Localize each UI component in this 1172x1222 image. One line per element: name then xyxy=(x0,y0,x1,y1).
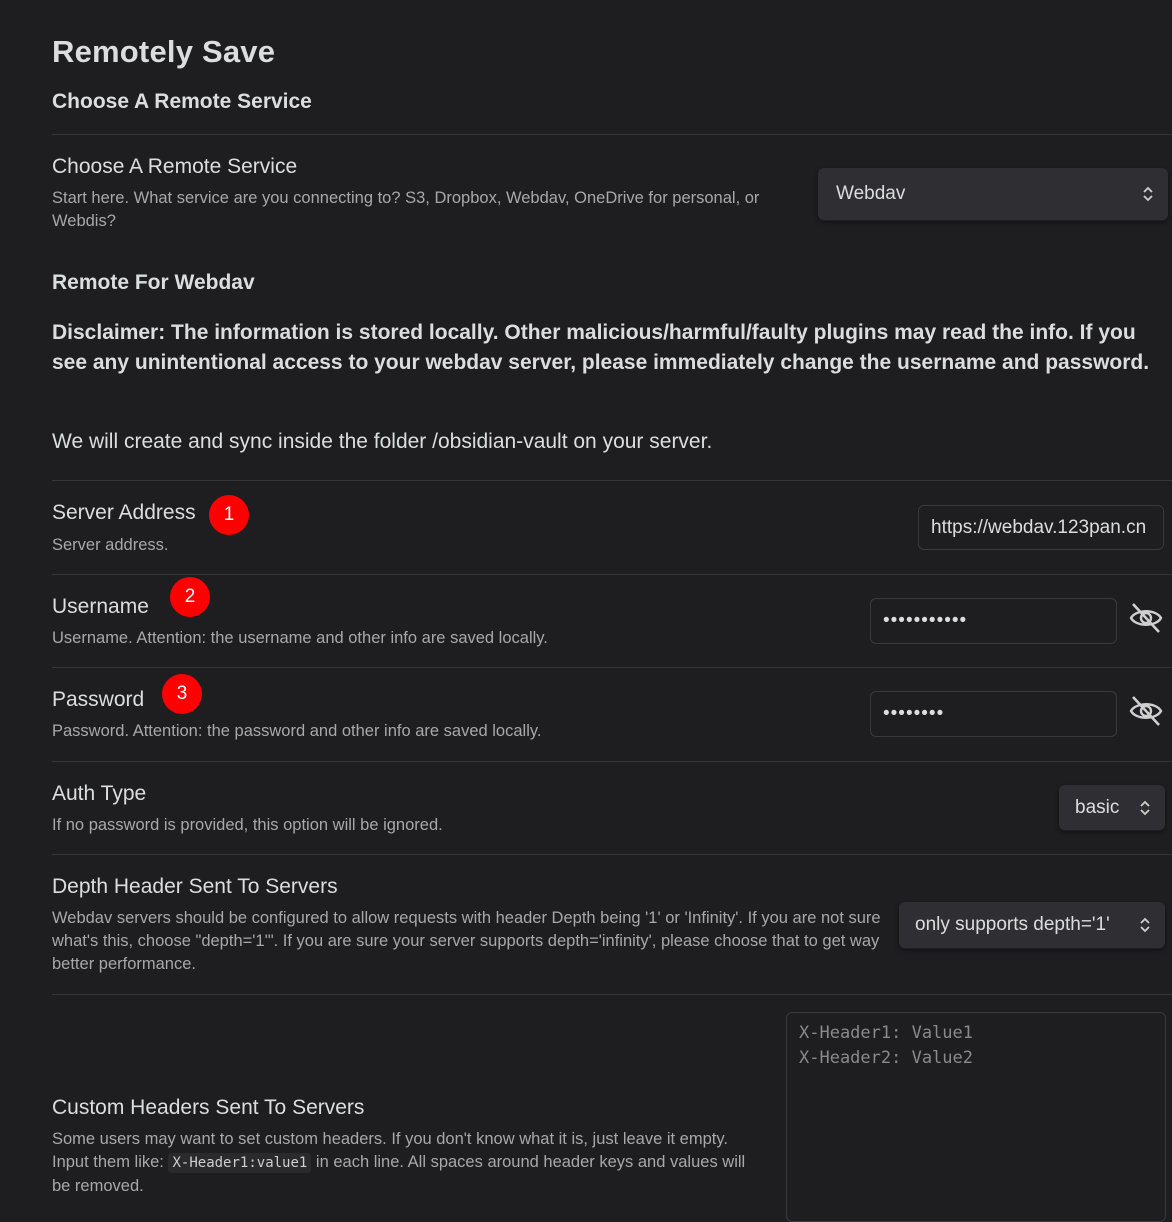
server-address-input[interactable]: https://webdav.123pan.cn xyxy=(918,505,1164,550)
divider xyxy=(52,574,1172,575)
depth-header-value: only supports depth='1' xyxy=(915,914,1110,935)
service-setting-name: Choose A Remote Service xyxy=(52,155,298,178)
custom-headers-desc: Some users may want to set custom header… xyxy=(52,1128,752,1198)
auth-type-value: basic xyxy=(1075,796,1120,818)
annotation-badge-1: 1 xyxy=(209,495,249,535)
section-heading: Choose A Remote Service xyxy=(52,90,312,113)
chevron-up-down-icon xyxy=(1140,917,1150,933)
password-name: Password xyxy=(52,688,145,711)
remote-heading: Remote For Webdav xyxy=(52,271,255,294)
custom-headers-textarea[interactable]: X-Header1: Value1 X-Header2: Value2 xyxy=(786,1012,1166,1222)
password-desc: Password. Attention: the password and ot… xyxy=(52,722,542,740)
folder-note: We will create and sync inside the folde… xyxy=(52,430,713,453)
annotation-badge-2: 2 xyxy=(170,577,210,617)
depth-header-name: Depth Header Sent To Servers xyxy=(52,875,338,898)
auth-type-name: Auth Type xyxy=(52,782,147,805)
server-address-name: Server Address xyxy=(52,501,196,524)
disclaimer-text: Disclaimer: The information is stored lo… xyxy=(52,321,1150,374)
depth-header-desc: Webdav servers should be configured to a… xyxy=(52,909,881,973)
divider xyxy=(52,994,1172,995)
service-setting-desc: Start here. What service are you connect… xyxy=(52,189,760,230)
eye-off-icon[interactable] xyxy=(1128,694,1164,728)
divider xyxy=(52,134,1172,135)
divider xyxy=(52,854,1172,855)
example-header-code: X-Header1:value1 xyxy=(168,1153,312,1173)
service-select-value: Webdav xyxy=(836,183,906,204)
auth-type-select[interactable]: basic xyxy=(1059,785,1165,830)
username-input[interactable]: ••••••••••• xyxy=(870,598,1117,644)
chevron-up-down-icon xyxy=(1140,800,1150,815)
annotation-badge-3: 3 xyxy=(162,674,202,714)
divider xyxy=(52,667,1172,668)
username-name: Username xyxy=(52,595,149,618)
page-title: Remotely Save xyxy=(52,34,276,69)
auth-type-desc: If no password is provided, this option … xyxy=(52,816,443,834)
service-select[interactable]: Webdav xyxy=(818,168,1168,220)
server-address-desc: Server address. xyxy=(52,536,169,554)
depth-header-select[interactable]: only supports depth='1' xyxy=(899,902,1165,948)
password-input[interactable]: •••••••• xyxy=(870,691,1117,737)
eye-off-icon[interactable] xyxy=(1128,601,1164,635)
chevron-up-down-icon xyxy=(1143,186,1153,202)
username-desc: Username. Attention: the username and ot… xyxy=(52,629,548,647)
custom-headers-name: Custom Headers Sent To Servers xyxy=(52,1096,365,1119)
divider xyxy=(52,761,1172,762)
divider xyxy=(52,480,1172,481)
